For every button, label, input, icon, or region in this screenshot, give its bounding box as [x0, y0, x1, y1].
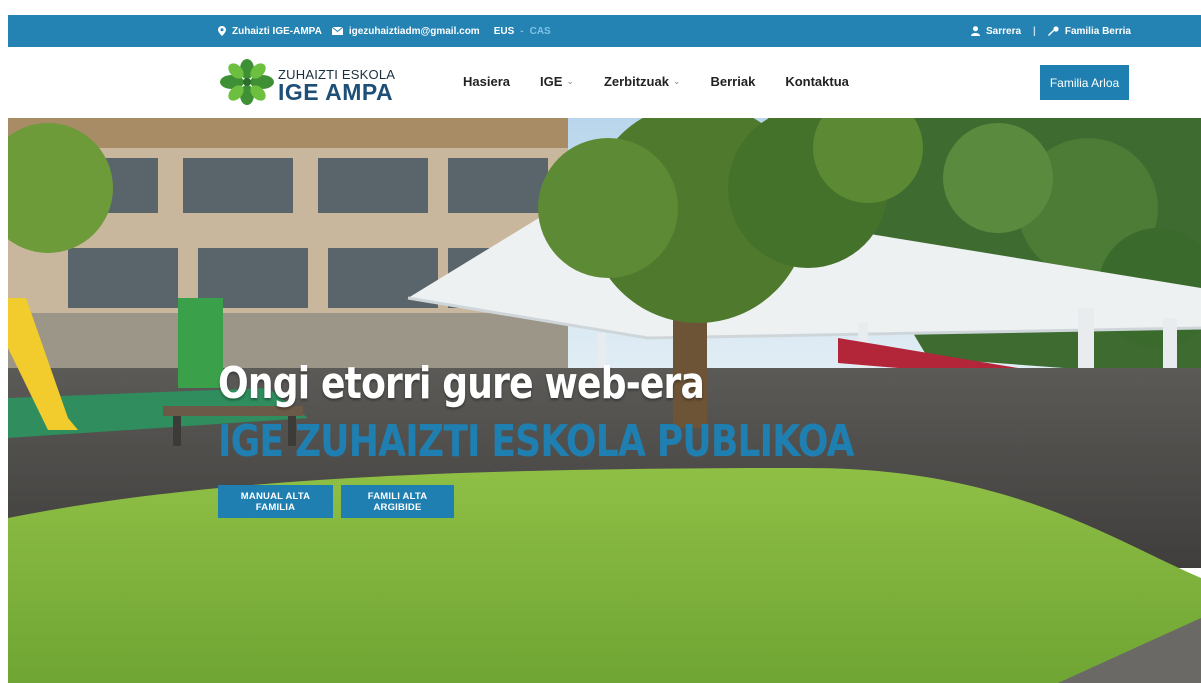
- nav-label: Hasiera: [463, 74, 510, 89]
- nav-item-ige[interactable]: IGE ⌄: [540, 74, 574, 89]
- nav-item-hasiera[interactable]: Hasiera: [463, 74, 510, 89]
- hero-title: Ongi etorri gure web-era: [218, 358, 705, 409]
- logo-line-2: IGE AMPA: [278, 79, 394, 105]
- nav-label: IGE: [539, 74, 563, 89]
- map-marker-icon: [218, 26, 226, 36]
- lang-cas[interactable]: CAS: [530, 26, 551, 37]
- nav-label: Kontaktua: [785, 74, 849, 89]
- nav-item-kontaktua[interactable]: Kontaktua: [785, 74, 849, 89]
- lang-separator: -: [520, 25, 524, 37]
- new-family-link[interactable]: Familia Berria: [1065, 26, 1131, 37]
- tree-leaves-icon: [220, 59, 274, 105]
- site-logo[interactable]: ZUHAIZTI ESKOLA IGE AMPA: [220, 59, 406, 105]
- hero-subtitle: IGE ZUHAIZTI ESKOLA PUBLIKOA: [218, 416, 855, 467]
- account-divider: |: [1033, 25, 1036, 37]
- user-icon: [971, 26, 980, 36]
- email-link[interactable]: igezuhaiztiadm@gmail.com: [349, 26, 480, 37]
- chevron-down-icon: ⌄: [672, 76, 681, 86]
- key-icon: [1047, 26, 1059, 36]
- chevron-down-icon: ⌄: [566, 76, 574, 86]
- location-link[interactable]: Zuhaizti IGE-AMPA: [232, 26, 322, 37]
- nav-label: Berriak: [710, 74, 756, 89]
- family-area-button[interactable]: Familia Arloa: [1040, 65, 1129, 100]
- nav-item-zerbitzuak[interactable]: Zerbitzuak ⌄: [604, 74, 681, 89]
- nav-label: Zerbitzuak: [603, 74, 669, 89]
- top-info-bar: Zuhaizti IGE-AMPA igezuhaiztiadm@gmail.c…: [8, 15, 1201, 47]
- login-link[interactable]: Sarrera: [986, 26, 1021, 37]
- manual-alta-familia-button[interactable]: MANUAL ALTA FAMILIA: [218, 485, 333, 518]
- top-bar-contact: Zuhaizti IGE-AMPA igezuhaiztiadm@gmail.c…: [218, 26, 551, 37]
- nav-item-berriak[interactable]: Berriak: [711, 74, 756, 89]
- lang-eus[interactable]: EUS: [494, 26, 515, 37]
- site-header: ZUHAIZTI ESKOLA IGE AMPA Hasiera IGE ⌄ Z…: [8, 47, 1201, 118]
- main-nav: Hasiera IGE ⌄ Zerbitzuak ⌄ Berriak Konta…: [463, 74, 849, 89]
- hero-banner: Ongi etorri gure web-era IGE ZUHAIZTI ES…: [8, 118, 1201, 683]
- envelope-icon: [331, 27, 343, 35]
- famili-alta-argibide-button[interactable]: FAMILI ALTA ARGIBIDE: [341, 485, 454, 518]
- top-bar-account: Sarrera | Familia Berria: [971, 26, 1131, 37]
